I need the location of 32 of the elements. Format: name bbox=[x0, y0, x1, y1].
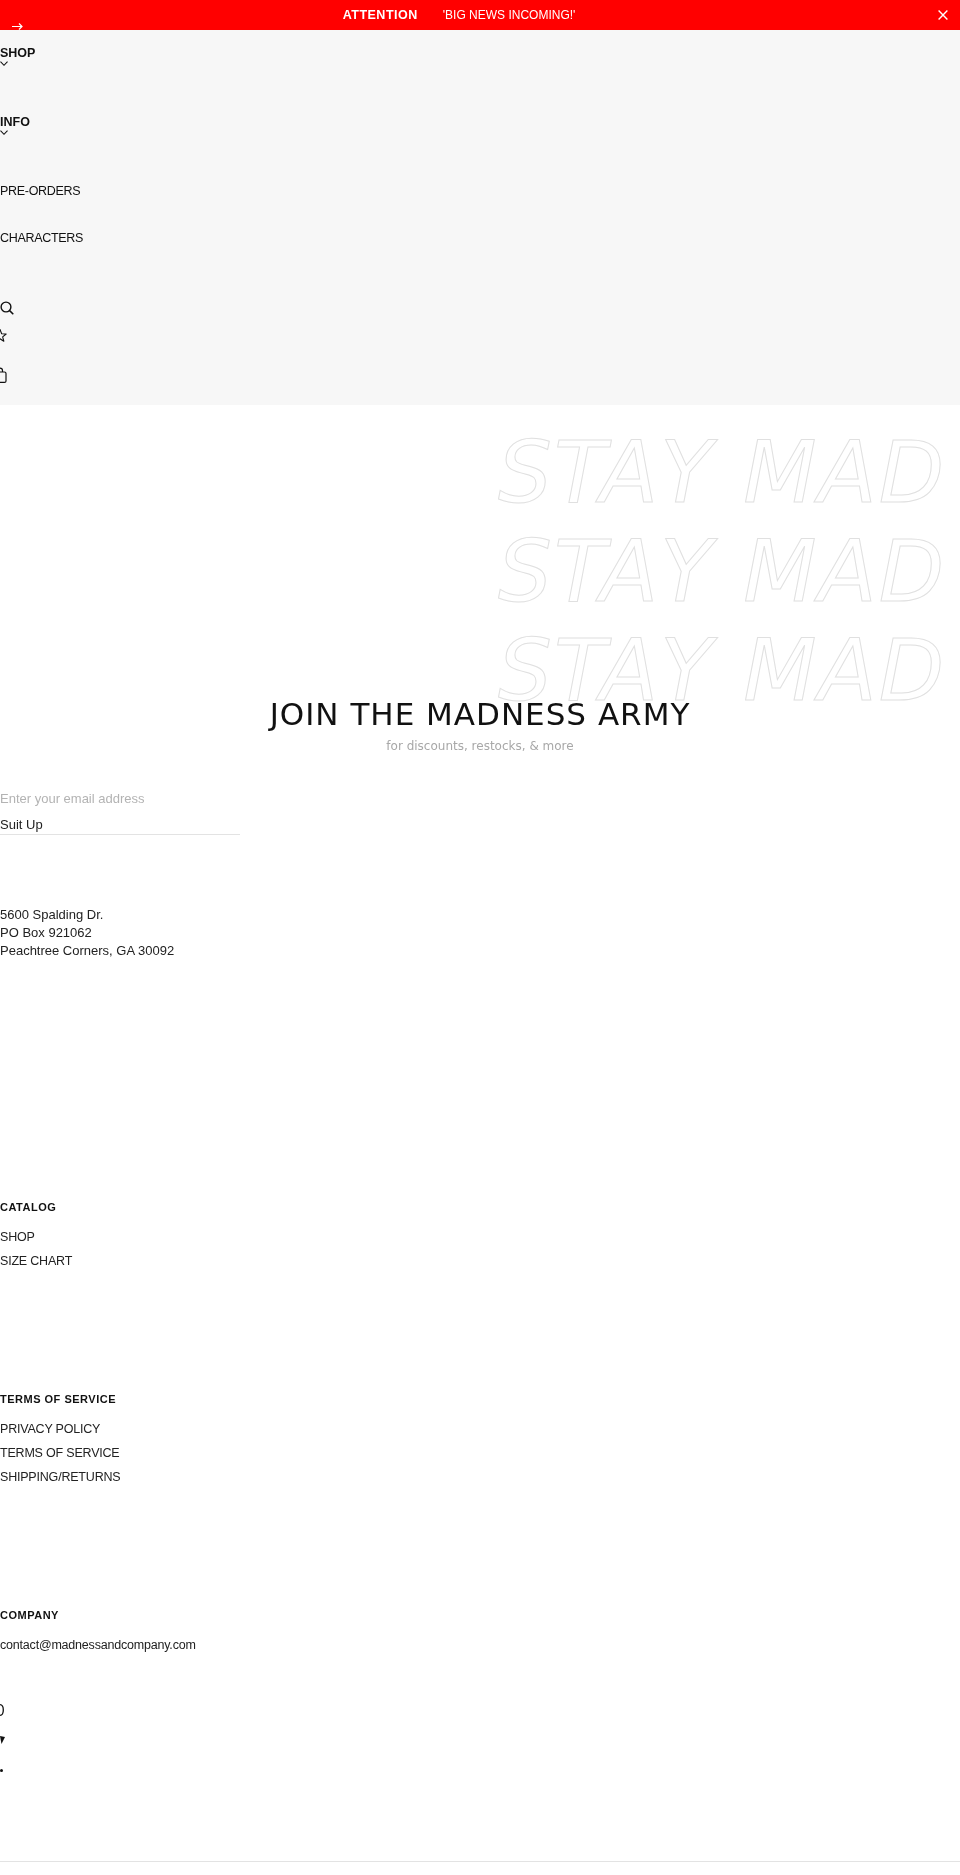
arc-icon[interactable] bbox=[0, 1704, 4, 1716]
announcement-label: ATTENTION bbox=[342, 8, 418, 22]
wedge-icon[interactable] bbox=[0, 1736, 5, 1744]
footer-heading: COMPANY bbox=[0, 1608, 59, 1622]
nav-link[interactable]: CHARACTERS bbox=[0, 230, 84, 246]
footer-heading: CATALOG bbox=[0, 1200, 57, 1214]
newsletter-subtitle: for discounts, restocks, & more bbox=[386, 738, 574, 754]
star-icon[interactable] bbox=[0, 329, 7, 342]
close-icon bbox=[938, 10, 948, 20]
chevron-down-icon[interactable] bbox=[0, 130, 8, 135]
footer-link[interactable]: SIZE CHART bbox=[0, 1249, 73, 1273]
dot-icon[interactable] bbox=[0, 1768, 3, 1772]
footer-link[interactable]: TERMS OF SERVICE bbox=[0, 1441, 120, 1465]
announcement-text: 'BIG NEWS INCOMING!' bbox=[442, 8, 576, 22]
footer-link[interactable]: SHIPPING/RETURNS bbox=[0, 1465, 121, 1489]
footer-link[interactable]: contact@madnessandcompany.com bbox=[0, 1633, 196, 1657]
email-field[interactable]: Enter your email address bbox=[0, 788, 240, 808]
chevron-down-icon[interactable] bbox=[0, 61, 8, 66]
footer-heading: TERMS OF SERVICE bbox=[0, 1392, 116, 1406]
suit-up-button[interactable]: Suit Up bbox=[0, 816, 43, 834]
nav-link[interactable]: SHOP bbox=[0, 45, 36, 61]
footer-link[interactable]: SHOP bbox=[0, 1225, 35, 1249]
arrow-button[interactable] bbox=[12, 23, 23, 30]
shopping-bag-icon[interactable] bbox=[0, 367, 7, 383]
close-button[interactable] bbox=[938, 10, 948, 20]
nav-link[interactable]: PRE-ORDERS bbox=[0, 183, 81, 199]
nav-link[interactable]: INFO bbox=[0, 114, 30, 130]
address-line: PO Box 921062 bbox=[0, 924, 92, 942]
search-icon[interactable] bbox=[0, 301, 14, 315]
address-line: Peachtree Corners, GA 30092 bbox=[0, 942, 175, 960]
address-line: 5600 Spalding Dr. bbox=[0, 906, 104, 924]
footer-link[interactable]: PRIVACY POLICY bbox=[0, 1417, 101, 1441]
